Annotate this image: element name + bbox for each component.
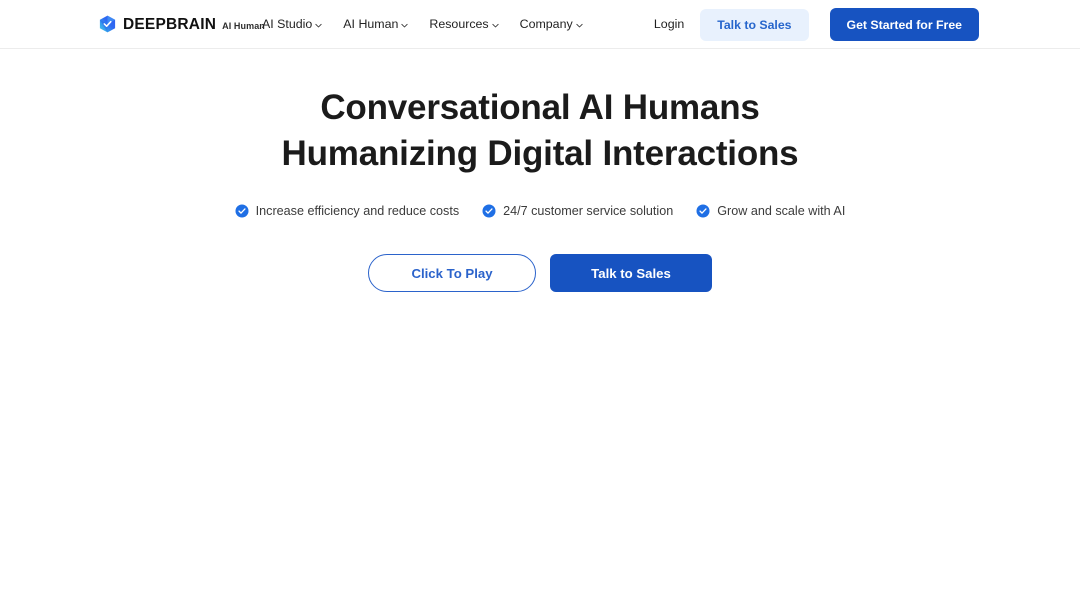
nav-item-label: AI Studio bbox=[262, 17, 313, 32]
header-actions: Login Talk to Sales Get Started for Free bbox=[654, 0, 979, 49]
chevron-down-icon bbox=[400, 21, 409, 30]
headline-line-1: Conversational AI Humans bbox=[320, 88, 760, 127]
chevron-down-icon bbox=[314, 21, 323, 30]
nav-item-label: Resources bbox=[429, 17, 489, 32]
login-link[interactable]: Login bbox=[654, 18, 684, 31]
check-circle-icon bbox=[235, 204, 249, 218]
hero-media-placeholder bbox=[0, 292, 1080, 572]
feature-label: Grow and scale with AI bbox=[717, 203, 846, 218]
nav-item-company[interactable]: Company bbox=[519, 17, 584, 32]
primary-navigation: AI Studio AI Human Resources Company bbox=[262, 0, 584, 49]
feature-item-grow-scale: Grow and scale with AI bbox=[696, 204, 845, 218]
brand-subtitle: AI Human bbox=[222, 20, 265, 31]
get-started-for-free-button[interactable]: Get Started for Free bbox=[829, 8, 979, 41]
check-circle-icon bbox=[482, 204, 496, 218]
brand-wordmark: DEEPBRAIN bbox=[123, 15, 217, 33]
hero-section: Conversational AI Humans Humanizing Digi… bbox=[0, 49, 1080, 572]
feature-list: Increase efficiency and reduce costs 24/… bbox=[235, 204, 845, 218]
header-talk-to-sales-button[interactable]: Talk to Sales bbox=[700, 8, 809, 41]
hero-cta-row: Click To Play Talk to Sales bbox=[368, 254, 712, 292]
nav-item-ai-human[interactable]: AI Human bbox=[343, 17, 409, 32]
nav-item-label: Company bbox=[519, 17, 573, 32]
nav-item-ai-studio[interactable]: AI Studio bbox=[262, 17, 323, 32]
page-title: Conversational AI Humans Humanizing Digi… bbox=[282, 90, 799, 171]
site-header: DEEPBRAIN AI Human AI Studio AI Human Re… bbox=[0, 0, 1080, 49]
chevron-down-icon bbox=[491, 21, 500, 30]
headline-line-2: Humanizing Digital Interactions bbox=[281, 134, 799, 173]
feature-item-efficiency: Increase efficiency and reduce costs bbox=[235, 204, 459, 218]
feature-label: Increase efficiency and reduce costs bbox=[255, 203, 460, 218]
chevron-down-icon bbox=[575, 21, 584, 30]
feature-item-customer-service: 24/7 customer service solution bbox=[482, 204, 673, 218]
hero-talk-to-sales-button[interactable]: Talk to Sales bbox=[550, 254, 712, 292]
deepbrain-cube-icon bbox=[99, 15, 116, 33]
check-circle-icon bbox=[696, 204, 710, 218]
nav-item-label: AI Human bbox=[343, 17, 399, 32]
brand-logo[interactable]: DEEPBRAIN AI Human bbox=[99, 0, 265, 49]
click-to-play-button[interactable]: Click To Play bbox=[368, 254, 536, 292]
nav-item-resources[interactable]: Resources bbox=[429, 17, 500, 32]
feature-label: 24/7 customer service solution bbox=[503, 203, 674, 218]
